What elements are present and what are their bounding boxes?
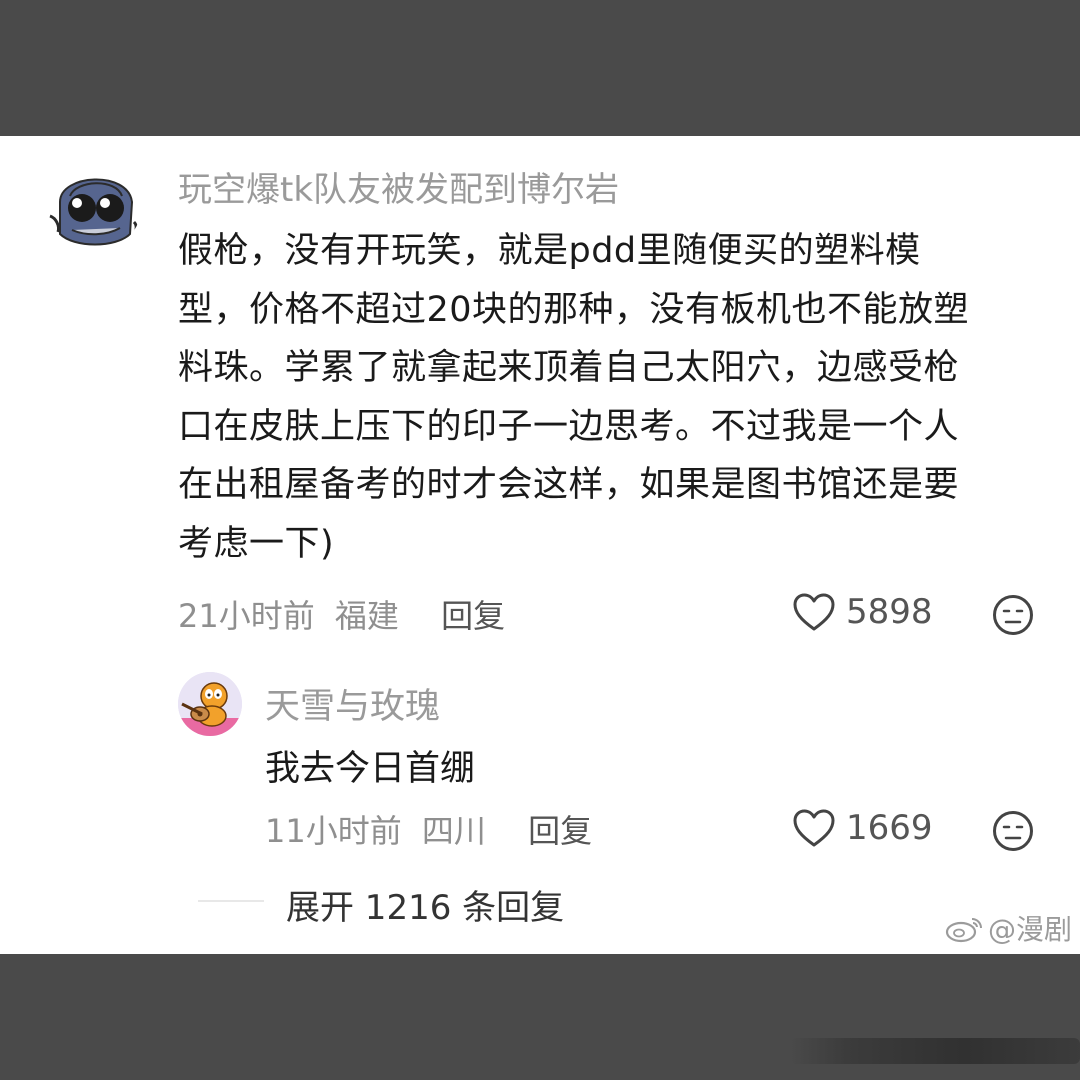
weibo-logo-icon bbox=[945, 918, 982, 943]
comment-text-line: 口在皮肤上压下的印子一边思考。不过我是一个人 bbox=[178, 406, 960, 447]
neutral-face-icon[interactable] bbox=[992, 810, 1034, 852]
like-button[interactable]: 5898 bbox=[792, 592, 933, 632]
reply-text: 我去今日首绷 bbox=[265, 749, 476, 789]
comment-card: 玩空爆tk队友被发配到博尔岩 假枪，没有开玩笑，就是pdd里随便买的塑料模 型，… bbox=[0, 136, 1080, 954]
comment-text-line: 在出租屋备考的时才会这样，如果是图书馆还是要 bbox=[178, 465, 960, 505]
expand-replies-button[interactable]: 展开 1216 条回复 bbox=[286, 880, 564, 929]
comment-username[interactable]: 玩空爆tk队友被发配到博尔岩 bbox=[178, 162, 619, 211]
reply-username[interactable]: 天雪与玫瑰 bbox=[265, 678, 440, 729]
user-avatar[interactable] bbox=[46, 156, 142, 252]
reply-reply-button[interactable]: 回复 bbox=[528, 812, 592, 850]
comment-text-line: 假枪，没有开玩笑，就是pdd里随便买的塑料模 bbox=[178, 231, 921, 271]
comment-text: 假枪，没有开玩笑，就是pdd里随便买的塑料模 型，价格不超过20块的那种，没有板… bbox=[178, 222, 1038, 573]
comment-meta: 21小时前 福建 回复 bbox=[178, 591, 515, 637]
expand-divider bbox=[198, 900, 264, 902]
top-dark-bar bbox=[0, 0, 1080, 136]
weibo-watermark: @漫剧 bbox=[944, 908, 1072, 948]
reply-like-button[interactable]: 1669 bbox=[792, 808, 933, 848]
comment-time: 21小时前 bbox=[178, 597, 315, 635]
reply-like-count: 1669 bbox=[846, 808, 933, 848]
comment-location: 福建 bbox=[334, 597, 399, 635]
heart-outline-icon bbox=[793, 809, 835, 847]
watermark-text: @漫剧 bbox=[988, 913, 1073, 946]
comment-text-line: 型，价格不超过20块的那种，没有板机也不能放塑 bbox=[178, 289, 970, 330]
reply-location: 四川 bbox=[421, 812, 486, 850]
reply-time: 11小时前 bbox=[265, 812, 402, 850]
garfield-guitar-avatar-icon bbox=[178, 672, 242, 736]
reply-button[interactable]: 回复 bbox=[441, 597, 505, 635]
blurred-caption bbox=[790, 1038, 1080, 1064]
like-count: 5898 bbox=[846, 592, 933, 632]
comment-text-line: 料珠。学累了就拿起来顶着自己太阳穴，边感受枪 bbox=[178, 348, 960, 388]
comment-text-line: 考虑一下) bbox=[178, 523, 335, 564]
neutral-face-icon[interactable] bbox=[992, 594, 1034, 636]
hooded-cartoon-avatar-icon bbox=[46, 156, 142, 252]
reply-user-avatar[interactable] bbox=[178, 672, 242, 736]
reply-meta: 11小时前 四川 回复 bbox=[265, 806, 602, 852]
heart-outline-icon bbox=[793, 593, 835, 631]
